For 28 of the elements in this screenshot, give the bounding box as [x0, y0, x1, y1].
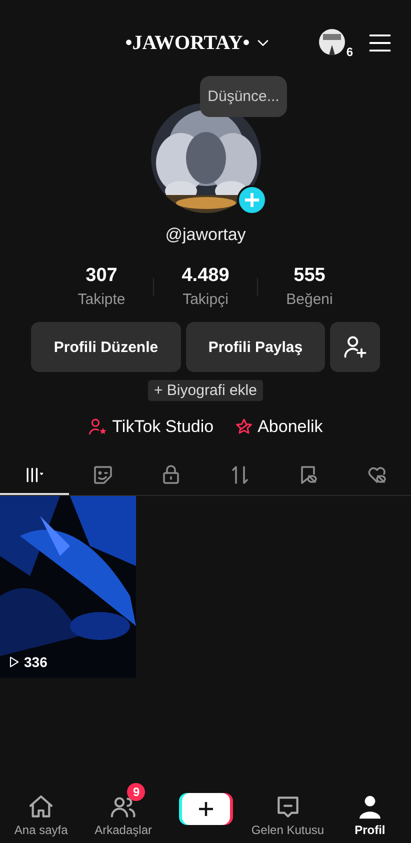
story-count: 6	[346, 45, 353, 59]
create-button[interactable]	[182, 793, 230, 825]
view-count: 336	[24, 654, 48, 670]
handle: @jawortay	[165, 225, 246, 245]
nav-item[interactable]: Ana sayfa	[0, 783, 82, 837]
add-icon[interactable]	[236, 185, 266, 215]
nav-item[interactable]: Gelen Kutusu	[246, 783, 329, 837]
stat-value: 307	[86, 265, 118, 287]
add-friend-button[interactable]	[330, 322, 380, 372]
stat-value: 555	[294, 265, 326, 287]
play-icon	[7, 655, 21, 669]
share-profile-button[interactable]: Profili Paylaş	[186, 322, 325, 372]
username[interactable]: •JAWORTAY•	[125, 32, 250, 54]
nav-item[interactable]: Arkadaşlar 9	[82, 783, 164, 837]
profile-link[interactable]: TikTok Studio	[112, 417, 214, 437]
notification-badge: 9	[127, 783, 146, 801]
stat-label: Takipte	[78, 291, 126, 308]
plus-icon	[196, 800, 214, 818]
thought-bubble[interactable]: Düşünce...	[200, 76, 288, 117]
stat-value: 4.489	[182, 265, 230, 287]
profile-link[interactable]: Abonelik	[258, 417, 323, 437]
person-plus-icon	[342, 334, 368, 360]
stat-label: Takipçi	[182, 291, 228, 308]
stat-label: Beğeni	[286, 291, 333, 308]
person-star-icon	[88, 417, 108, 437]
add-bio-button[interactable]: + Biyografi ekle	[148, 380, 263, 401]
nav-item[interactable]: Profil	[328, 783, 411, 837]
edit-profile-button[interactable]: Profili Düzenle	[31, 322, 181, 372]
